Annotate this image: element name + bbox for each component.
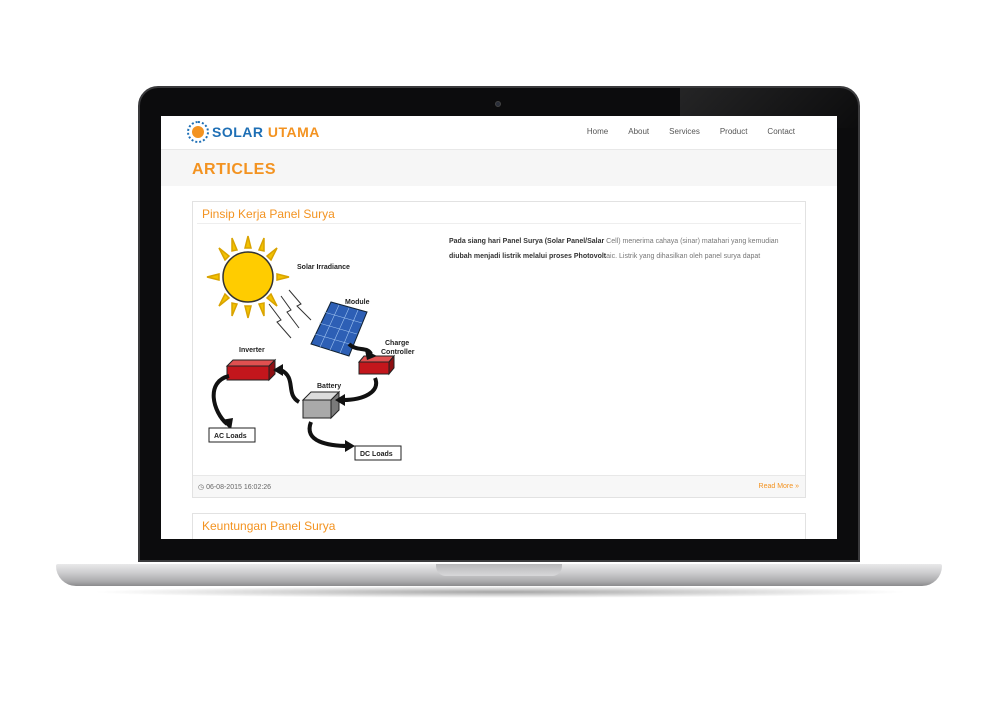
read-more-link[interactable]: Read More » bbox=[759, 483, 799, 490]
label-irradiance: Solar Irradiance bbox=[297, 264, 350, 271]
sun-logo-icon bbox=[187, 121, 209, 143]
battery bbox=[301, 390, 341, 420]
logo-text-utama: UTAMA bbox=[267, 124, 320, 140]
excerpt-bold-2: diubah menjadi listrik melalui proses Ph… bbox=[449, 253, 607, 260]
site-header: SOLAR UTAMA Home About Services Product … bbox=[161, 116, 837, 150]
nav-home[interactable]: Home bbox=[587, 127, 608, 136]
logo[interactable]: SOLAR UTAMA bbox=[187, 121, 320, 143]
nav-about[interactable]: About bbox=[628, 127, 649, 136]
inverter bbox=[225, 358, 277, 382]
excerpt-text-1: Cell) menerima cahaya (sinar) matahari y… bbox=[604, 238, 779, 245]
laptop-notch bbox=[436, 564, 562, 576]
sun bbox=[222, 251, 274, 303]
article-card: Pinsip Kerja Panel Surya Solar Irradianc… bbox=[192, 201, 806, 498]
label-battery: Battery bbox=[317, 383, 341, 390]
logo-text: SOLAR UTAMA bbox=[212, 124, 320, 140]
article-footer: ◷ 06-08-2015 16:02:26 Read More » bbox=[193, 475, 805, 497]
article-date: ◷ 06-08-2015 16:02:26 bbox=[198, 483, 271, 491]
laptop-shadow bbox=[90, 586, 910, 598]
main-nav: Home About Services Product Contact bbox=[567, 127, 795, 136]
label-ac-loads: AC Loads bbox=[214, 433, 247, 440]
label-dc-loads: DC Loads bbox=[360, 451, 393, 458]
article-body: Solar Irradiance Module Charge Controlle… bbox=[193, 224, 805, 474]
label-charge-1: Charge bbox=[385, 340, 409, 347]
label-module: Module bbox=[345, 299, 370, 306]
nav-product[interactable]: Product bbox=[720, 127, 748, 136]
logo-sun bbox=[192, 126, 204, 138]
page-title: ARTICLES bbox=[192, 161, 276, 178]
article-card: Keuntungan Panel Surya bbox=[192, 513, 806, 539]
camera-icon bbox=[495, 101, 501, 107]
article-title[interactable]: Pinsip Kerja Panel Surya bbox=[197, 202, 801, 224]
excerpt-text-2: aic. Listrik yang dihasilkan oleh panel … bbox=[606, 253, 761, 260]
articles-band: ARTICLES bbox=[161, 150, 837, 186]
article-date-text: 06-08-2015 16:02:26 bbox=[206, 484, 272, 491]
logo-text-solar: SOLAR bbox=[212, 124, 264, 140]
excerpt-bold-1: Pada siang hari Panel Surya (Solar Panel… bbox=[449, 238, 605, 245]
charge-controller bbox=[357, 354, 396, 376]
irradiance-arrows bbox=[268, 289, 312, 339]
article-title[interactable]: Keuntungan Panel Surya bbox=[197, 514, 801, 536]
screen: SOLAR UTAMA Home About Services Product … bbox=[161, 116, 837, 539]
label-charge-2: Controller bbox=[381, 349, 415, 356]
nav-services[interactable]: Services bbox=[669, 127, 700, 136]
solar-system-diagram: Solar Irradiance Module Charge Controlle… bbox=[206, 235, 415, 461]
nav-contact[interactable]: Contact bbox=[767, 127, 795, 136]
article-excerpt: Pada siang hari Panel Surya (Solar Panel… bbox=[449, 234, 799, 264]
clock-icon: ◷ bbox=[198, 484, 205, 491]
label-inverter: Inverter bbox=[239, 347, 265, 354]
